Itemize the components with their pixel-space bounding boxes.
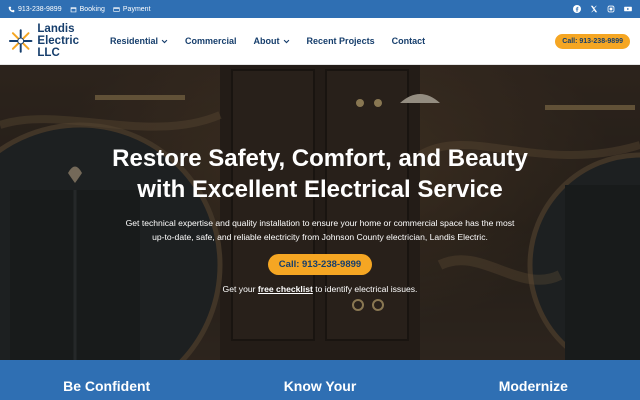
- starburst-logo-icon: [8, 29, 33, 53]
- hero-section: Restore Safety, Comfort, and Beauty with…: [0, 65, 640, 360]
- topbar-booking-link[interactable]: Booking: [70, 6, 105, 13]
- nav-about-label: About: [253, 36, 280, 46]
- nav-recent-projects-label: Recent Projects: [306, 36, 375, 46]
- hero-content: Restore Safety, Comfort, and Beauty with…: [0, 65, 640, 360]
- nav-residential-label: Residential: [110, 36, 159, 46]
- topbar-payment-link[interactable]: Payment: [113, 6, 151, 13]
- calendar-icon: [70, 6, 76, 12]
- hero-call-button[interactable]: Call: 913-238-9899: [267, 254, 373, 275]
- feature-modernize: Modernize: [427, 360, 640, 400]
- nav-commercial-label: Commercial: [185, 36, 237, 46]
- instagram-icon[interactable]: [607, 5, 615, 13]
- hero-checklist-note: Get your free checklist to identify elec…: [223, 284, 418, 294]
- hero-note-after: to identify electrical issues.: [312, 284, 418, 294]
- header-call-button[interactable]: Call: 913-238-9899: [555, 33, 630, 49]
- hero-title: Restore Safety, Comfort, and Beauty with…: [112, 145, 528, 203]
- top-bar: 913-238-9899 Booking Payment: [0, 0, 640, 18]
- feature-be-confident-title: Be Confident: [63, 378, 151, 394]
- nav-about[interactable]: About: [254, 36, 290, 46]
- nav-residential[interactable]: Residential: [110, 36, 168, 46]
- topbar-phone-link[interactable]: 913-238-9899: [8, 6, 62, 13]
- nav-commercial[interactable]: Commercial: [185, 36, 237, 46]
- chevron-down-icon: [283, 39, 289, 43]
- nav-contact[interactable]: Contact: [392, 36, 426, 46]
- feature-band: Be Confident Know Your Modernize: [0, 360, 640, 400]
- feature-know-your: Know Your: [213, 360, 426, 400]
- site-logo[interactable]: Landis Electric LLC: [8, 23, 103, 59]
- logo-line-1: Landis: [37, 23, 75, 35]
- feature-be-confident: Be Confident: [0, 360, 213, 400]
- topbar-payment-text: Payment: [122, 5, 151, 13]
- chevron-down-icon: [161, 39, 168, 43]
- credit-card-icon: [113, 6, 120, 12]
- x-icon[interactable]: [590, 5, 598, 13]
- hero-note-before: Get your: [222, 284, 258, 294]
- free-checklist-link[interactable]: free checklist: [258, 284, 313, 294]
- site-header: Landis Electric LLC Residential Commerci…: [0, 18, 640, 65]
- facebook-icon[interactable]: [573, 5, 581, 13]
- topbar-booking-text: Booking: [79, 5, 105, 13]
- phone-icon: [8, 6, 15, 12]
- logo-line-2: Electric LLC: [37, 35, 79, 59]
- youtube-icon[interactable]: [624, 5, 632, 13]
- topbar-phone-text: 913-238-9899: [18, 5, 62, 13]
- nav-recent-projects[interactable]: Recent Projects: [307, 36, 375, 46]
- logo-text: Landis Electric LLC: [37, 23, 103, 59]
- nav-contact-label: Contact: [391, 36, 426, 46]
- main-nav: Residential Commercial About Recent Proj…: [110, 36, 425, 46]
- feature-know-your-title: Know Your: [283, 378, 357, 394]
- feature-modernize-title: Modernize: [498, 378, 568, 394]
- hero-subtitle: Get technical expertise and quality inst…: [125, 218, 515, 242]
